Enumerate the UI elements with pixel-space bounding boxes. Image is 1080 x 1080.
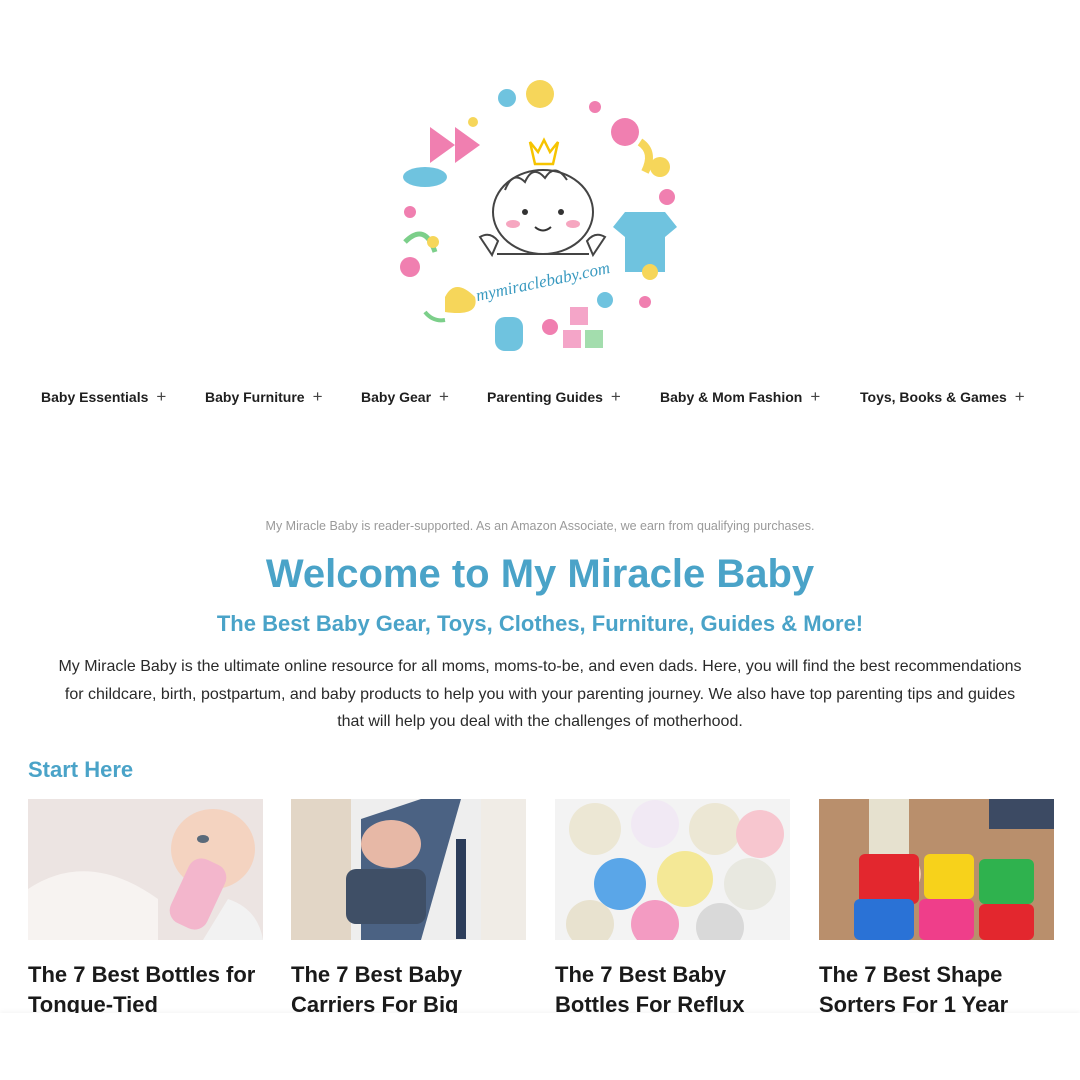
baby-wreath-logo-icon: mymiraclebaby.com: [400, 80, 677, 351]
nav-item-toys-books-games[interactable]: Toys, Books & Games +: [860, 388, 1025, 405]
start-here-heading: Start Here: [28, 757, 134, 782]
nav-item-baby-furniture[interactable]: Baby Furniture +: [205, 388, 323, 405]
baby-carrier-image-icon: [291, 799, 526, 940]
nav-item-baby-mom-fashion[interactable]: Baby & Mom Fashion +: [660, 388, 820, 405]
article-thumbnail[interactable]: [819, 799, 1054, 940]
page-subtitle: The Best Baby Gear, Toys, Clothes, Furni…: [216, 611, 864, 636]
expand-plus-icon[interactable]: +: [439, 388, 449, 405]
nav-label: Baby Essentials: [41, 388, 149, 405]
nav-label: Parenting Guides: [487, 388, 603, 405]
expand-plus-icon[interactable]: +: [156, 388, 166, 405]
expand-plus-icon[interactable]: +: [1015, 388, 1025, 405]
shape-sorter-image-icon: [819, 799, 1054, 940]
nav-label: Baby & Mom Fashion: [660, 388, 803, 405]
article-thumbnail[interactable]: [28, 799, 263, 940]
article-card[interactable]: The 7 Best Shape Sorters For 1 Year: [819, 799, 1054, 1020]
baby-bottle-feeding-image-icon: [28, 799, 263, 940]
article-card[interactable]: The 7 Best Baby Carriers For Big: [291, 799, 526, 1020]
intro-paragraph: My Miracle Baby is the ultimate online r…: [58, 658, 1022, 730]
affiliate-disclosure: My Miracle Baby is reader-supported. As …: [265, 519, 815, 533]
expand-plus-icon[interactable]: +: [810, 388, 820, 405]
article-thumbnail[interactable]: [291, 799, 526, 940]
article-card[interactable]: The 7 Best Bottles for Tongue-Tied: [28, 799, 263, 1020]
baby-bottles-image-icon: [555, 799, 790, 940]
nav-item-parenting-guides[interactable]: Parenting Guides +: [487, 388, 621, 405]
article-thumbnail[interactable]: [555, 799, 790, 940]
main-nav: Baby Essentials + Baby Furniture + Baby …: [0, 388, 1080, 412]
bottom-overlay: [0, 1013, 1080, 1080]
nav-label: Baby Furniture: [205, 388, 305, 405]
expand-plus-icon[interactable]: +: [611, 388, 621, 405]
article-title[interactable]: The 7 Best Baby Carriers For Big: [291, 960, 526, 1020]
article-title[interactable]: The 7 Best Baby Bottles For Reflux: [555, 960, 790, 1020]
nav-label: Toys, Books & Games: [860, 388, 1007, 405]
nav-item-baby-gear[interactable]: Baby Gear +: [361, 388, 449, 405]
site-logo[interactable]: mymiraclebaby.com: [385, 72, 705, 372]
article-card[interactable]: The 7 Best Baby Bottles For Reflux: [555, 799, 790, 1020]
nav-item-baby-essentials[interactable]: Baby Essentials +: [41, 388, 166, 405]
logo-text: mymiraclebaby.com: [474, 258, 611, 305]
article-title[interactable]: The 7 Best Bottles for Tongue-Tied: [28, 960, 263, 1020]
page-title: Welcome to My Miracle Baby: [265, 552, 815, 596]
nav-label: Baby Gear: [361, 388, 432, 405]
expand-plus-icon[interactable]: +: [313, 388, 323, 405]
article-title[interactable]: The 7 Best Shape Sorters For 1 Year: [819, 960, 1054, 1020]
